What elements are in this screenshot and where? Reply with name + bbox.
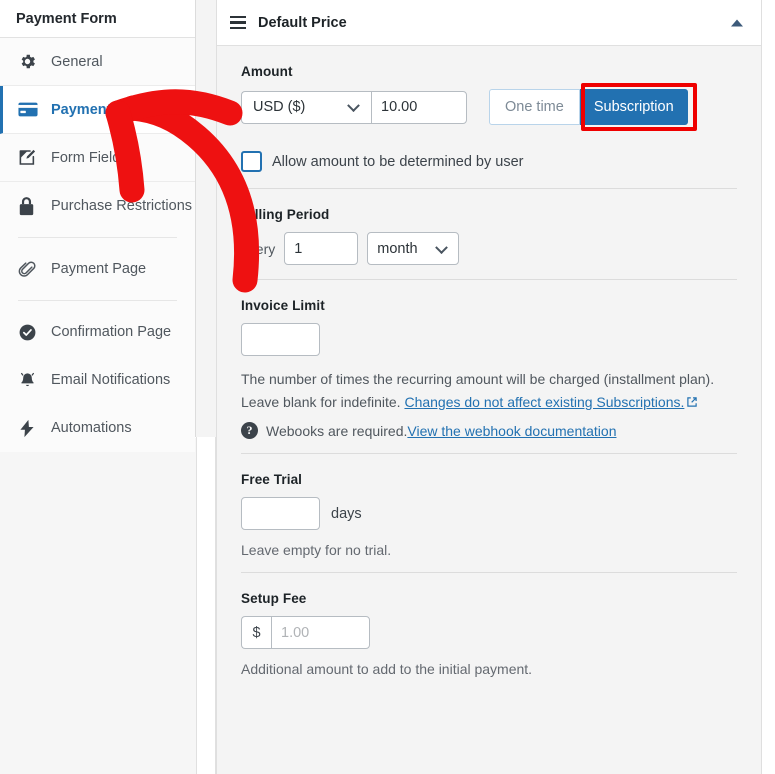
invoice-limit-help: The number of times the recurring amount… xyxy=(241,368,737,413)
currency-symbol-prefix: $ xyxy=(241,616,271,650)
currency-select-wrap: USD ($) xyxy=(241,90,371,124)
webhook-documentation-link[interactable]: View the webhook documentation xyxy=(407,423,616,439)
credit-card-icon xyxy=(18,99,42,121)
free-trial-note: Leave empty for no trial. xyxy=(241,542,392,559)
invoice-limit-input[interactable] xyxy=(241,323,320,356)
sidebar-item-label: Payment Page xyxy=(51,261,147,277)
billing-period-select[interactable]: month xyxy=(367,232,460,265)
payment-mode-toggle: One time Subscription xyxy=(489,83,697,131)
free-trial-section: Free Trial days Leave empty for no trial… xyxy=(217,454,761,572)
billing-interval-input[interactable] xyxy=(284,232,359,265)
sidebar-item-purchase-restrictions[interactable]: Purchase Restrictions xyxy=(0,182,195,230)
setup-fee-input[interactable] xyxy=(271,616,370,650)
allow-user-amount-checkbox[interactable] xyxy=(241,151,262,172)
billing-period-section: Billing Period every month xyxy=(217,189,761,279)
sidebar-item-label: Email Notifications xyxy=(51,372,171,388)
sidebar-item-label: Purchase Restrictions xyxy=(51,198,193,214)
sidebar-item-label: Payment xyxy=(51,101,112,118)
sidebar-item-confirmation-page[interactable]: Confirmation Page xyxy=(0,308,195,356)
invoice-limit-label: Invoice Limit xyxy=(241,298,325,313)
sidebar-item-label: General xyxy=(51,53,103,70)
bell-icon xyxy=(18,369,42,391)
amount-section: Amount USD ($) One time Subscription xyxy=(217,46,761,139)
question-mark-icon: ? xyxy=(241,422,258,440)
free-trial-row: days xyxy=(241,497,737,531)
free-trial-input[interactable] xyxy=(241,497,320,531)
panel-body: Amount USD ($) One time Subscription xyxy=(217,46,761,691)
sidebar-item-automations[interactable]: Automations xyxy=(0,404,195,452)
sidebar-below-area xyxy=(0,438,196,774)
sidebar-item-label: Confirmation Page xyxy=(51,324,172,340)
billing-period-label: Billing Period xyxy=(241,207,330,222)
divider xyxy=(18,300,177,301)
allow-user-amount-row[interactable]: Allow amount to be determined by user xyxy=(217,139,761,188)
amount-input[interactable] xyxy=(371,90,467,124)
panel-header: Default Price xyxy=(217,0,761,46)
webhook-notice-text: Webooks are required. xyxy=(266,422,408,439)
panel-title: Default Price xyxy=(258,14,347,31)
gear-icon xyxy=(18,51,42,73)
divider xyxy=(18,237,177,238)
sidebar-item-general[interactable]: General xyxy=(0,38,195,86)
sidebar-item-label: Automations xyxy=(51,420,132,436)
amount-row: USD ($) One time Subscription xyxy=(241,83,737,131)
sidebar-item-label: Form Fields xyxy=(51,149,128,166)
sidebar: Payment Form General Payment Form Fields… xyxy=(0,0,196,452)
subscription-button[interactable]: Subscription xyxy=(579,89,688,125)
setup-fee-note: Additional amount to add to the initial … xyxy=(241,661,533,678)
check-circle-icon xyxy=(18,321,42,343)
paperclip-icon xyxy=(18,258,42,280)
page-title: Payment Form xyxy=(0,0,195,38)
free-trial-unit-label: days xyxy=(331,505,362,522)
edit-square-icon xyxy=(18,147,42,169)
setup-fee-label: Setup Fee xyxy=(241,591,307,607)
changes-subscriptions-link[interactable]: Changes do not affect existing Subscript… xyxy=(404,394,684,410)
setup-fee-field: $ xyxy=(241,616,737,650)
hamburger-icon[interactable] xyxy=(230,15,246,30)
webhook-notice: ? Webooks are required. View the webhook… xyxy=(241,422,737,440)
sidebar-item-form-fields[interactable]: Form Fields xyxy=(0,134,195,182)
every-label: every xyxy=(241,240,276,257)
sidebar-strip xyxy=(196,437,216,774)
lock-icon xyxy=(18,195,42,217)
allow-user-amount-label: Allow amount to be determined by user xyxy=(272,153,524,170)
free-trial-label: Free Trial xyxy=(241,472,303,488)
sidebar-item-email-notifications[interactable]: Email Notifications xyxy=(0,356,195,404)
sidebar-item-payment[interactable]: Payment xyxy=(0,86,195,134)
external-link-icon xyxy=(686,392,698,407)
sidebar-gutter xyxy=(196,0,216,437)
one-time-button[interactable]: One time xyxy=(489,89,580,125)
caret-up-icon[interactable] xyxy=(731,19,743,26)
sidebar-item-payment-page[interactable]: Payment Page xyxy=(0,245,195,293)
default-price-panel: Default Price Amount USD ($) One time xyxy=(216,0,762,774)
setup-fee-section: Setup Fee $ Additional amount to add to … xyxy=(217,573,761,691)
lightning-bolt-icon xyxy=(18,417,42,439)
screen: Payment Form General Payment Form Fields… xyxy=(0,0,775,774)
invoice-limit-section: Invoice Limit The number of times the re… xyxy=(217,280,761,453)
billing-period-row: every month xyxy=(241,232,737,265)
amount-label: Amount xyxy=(241,64,293,79)
currency-select[interactable]: USD ($) xyxy=(241,90,371,124)
billing-period-select-wrap: month xyxy=(358,232,460,265)
